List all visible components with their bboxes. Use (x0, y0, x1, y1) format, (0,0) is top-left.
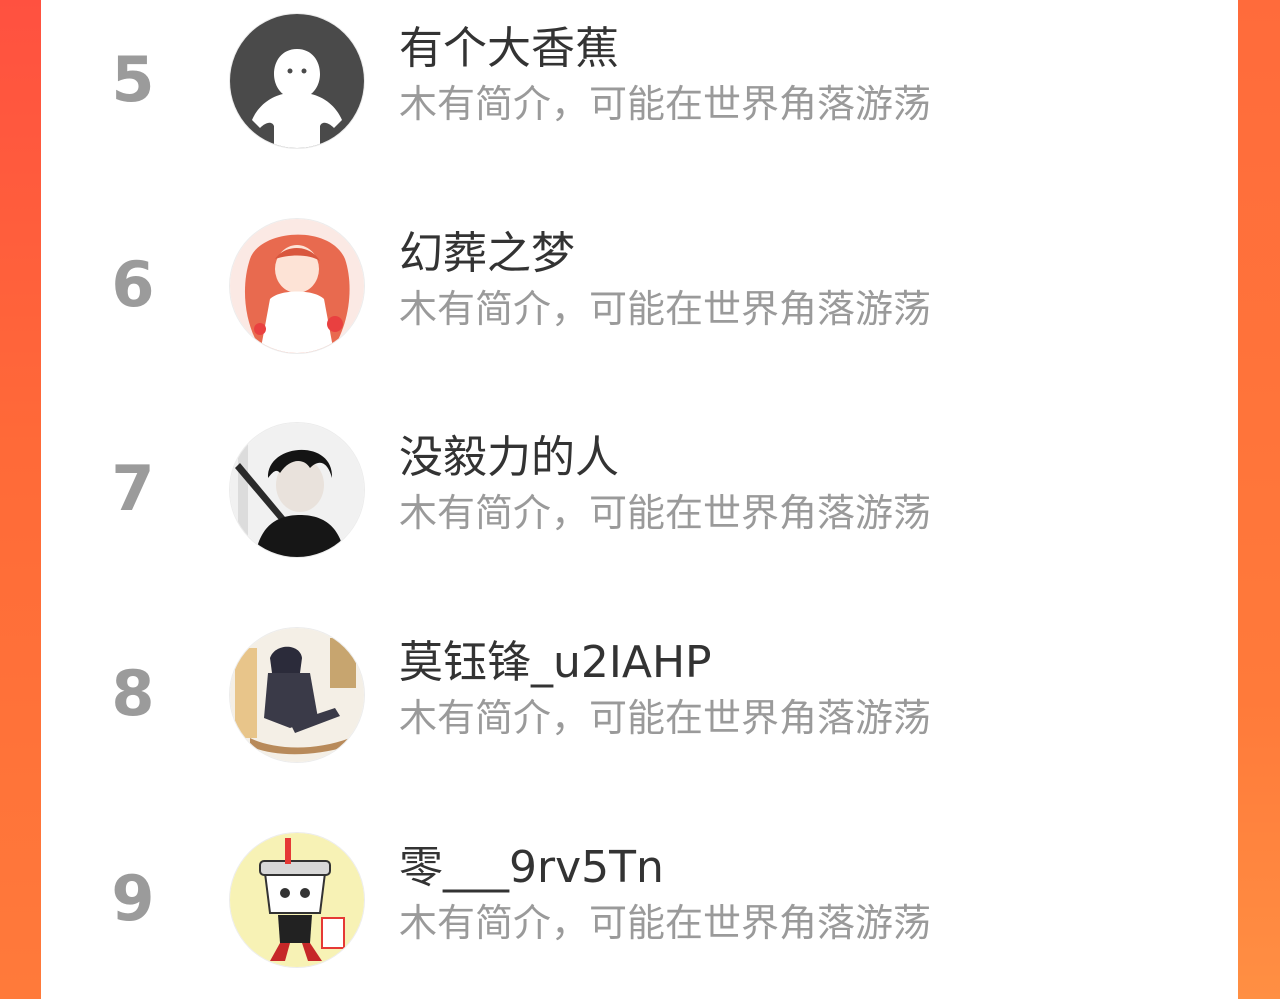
rank-number: 9 (111, 862, 155, 935)
user-avatar[interactable] (230, 628, 364, 762)
user-avatar[interactable] (230, 219, 364, 353)
rank-number: 8 (111, 657, 155, 730)
background-right-strip (1238, 0, 1280, 999)
user-description: 木有简介，可能在世界角落游荡 (399, 901, 932, 945)
user-avatar[interactable] (230, 14, 364, 148)
rank-number: 5 (111, 43, 155, 116)
user-avatar[interactable] (230, 833, 364, 967)
user-name: 莫钰锋_u2IAHP (399, 637, 712, 688)
user-description: 木有简介，可能在世界角落游荡 (399, 696, 932, 740)
list-item[interactable]: 9 零___9rv5Tn 木有简介，可能在世界角落游荡 (41, 824, 1238, 974)
ranking-list: 5 有个大香蕉 木有简介，可能在世界角落游荡 6 幻葬之梦 木有简介，可能在世界… (41, 0, 1238, 999)
list-item[interactable]: 7 没毅力的人 木有简介，可能在世界角落游荡 (41, 414, 1238, 564)
user-name: 没毅力的人 (399, 432, 619, 483)
user-name: 有个大香蕉 (399, 23, 619, 74)
user-description: 木有简介，可能在世界角落游荡 (399, 82, 932, 126)
default-ghost-avatar-icon (230, 14, 364, 148)
list-item[interactable]: 6 幻葬之梦 木有简介，可能在世界角落游荡 (41, 210, 1238, 360)
rank-number: 7 (111, 452, 155, 525)
user-name: 零___9rv5Tn (399, 842, 664, 893)
red-haired-girl-avatar-icon (230, 219, 364, 353)
dark-haired-swordsman-avatar-icon (230, 423, 364, 557)
list-item[interactable]: 5 有个大香蕉 木有简介，可能在世界角落游荡 (41, 5, 1238, 155)
list-item[interactable]: 8 莫钰锋_u2IAHP 木有简介，可能在世界角落游荡 (41, 619, 1238, 769)
anime-soldier-avatar-icon (230, 628, 364, 762)
rank-number: 6 (111, 248, 155, 321)
user-name: 幻葬之梦 (399, 228, 575, 279)
user-description: 木有简介，可能在世界角落游荡 (399, 287, 932, 331)
user-description: 木有简介，可能在世界角落游荡 (399, 491, 932, 535)
cartoon-cup-character-avatar-icon (230, 833, 364, 967)
user-avatar[interactable] (230, 423, 364, 557)
